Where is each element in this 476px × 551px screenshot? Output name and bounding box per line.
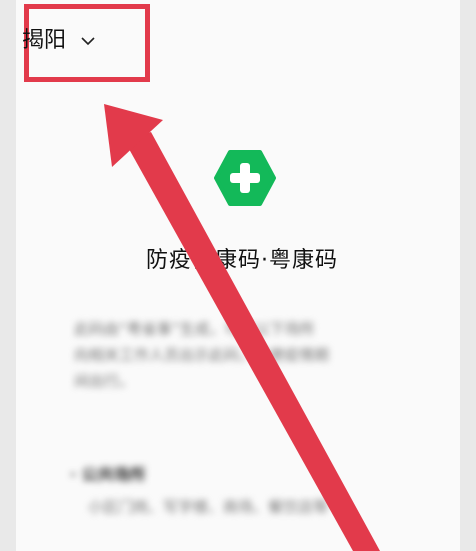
arrow-shaft xyxy=(124,132,380,551)
annotation-arrow xyxy=(104,104,380,551)
